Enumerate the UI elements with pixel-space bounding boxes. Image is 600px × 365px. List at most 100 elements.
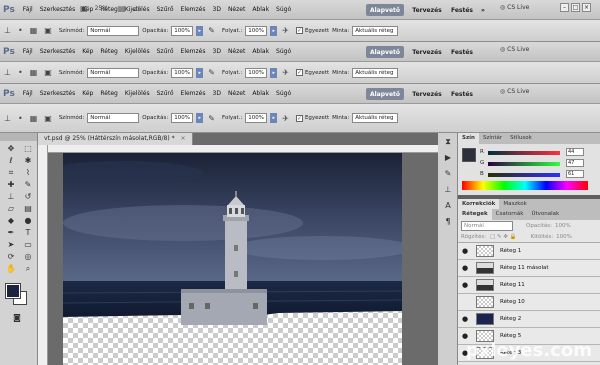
history-panel-icon[interactable]: ⧗: [441, 137, 455, 149]
menu-file[interactable]: Fájl: [23, 48, 33, 55]
flow-input[interactable]: 100%: [245, 25, 268, 36]
sample-select[interactable]: Aktuális réteg: [352, 25, 399, 36]
workspace-painting-button[interactable]: Festés: [448, 46, 476, 58]
crop-tool-icon[interactable]: ⌗: [4, 168, 18, 178]
shape-tool-icon[interactable]: ▭: [21, 240, 35, 250]
cs-live-button[interactable]: ◎ CS Live: [500, 46, 529, 53]
eye-icon[interactable]: ●: [458, 315, 472, 323]
zoom-tool-icon[interactable]: ⌕: [21, 264, 35, 274]
dodge-tool-icon[interactable]: ●: [21, 216, 35, 226]
menu-help[interactable]: Súgó: [276, 48, 291, 55]
sample-select[interactable]: Aktuális réteg: [352, 67, 399, 78]
pen-tool-icon[interactable]: ✒: [4, 228, 18, 238]
menu-window[interactable]: Ablak: [252, 6, 269, 13]
clone-stamp-tool-icon[interactable]: ⊥: [4, 68, 11, 77]
brush-tool-icon[interactable]: ✎: [21, 180, 35, 190]
cs-live-button[interactable]: ◎ CS Live: [500, 88, 529, 95]
menu-layer[interactable]: Réteg: [100, 6, 117, 13]
menu-select[interactable]: Kijelölés: [125, 6, 150, 13]
flow-dropdown-icon[interactable]: ▸: [270, 113, 278, 123]
eye-icon[interactable]: ●: [458, 247, 472, 255]
tab-styles[interactable]: Stílusok: [506, 133, 536, 144]
opacity-dropdown-icon[interactable]: ▸: [196, 113, 204, 123]
clone-source-icon[interactable]: ▣: [44, 68, 52, 77]
menu-help[interactable]: Súgó: [276, 6, 291, 13]
menu-analysis[interactable]: Elemzés: [181, 6, 206, 13]
tab-layers[interactable]: Rétegek: [458, 209, 492, 220]
menu-analysis[interactable]: Elemzés: [181, 48, 206, 55]
brush-preset-icon[interactable]: •: [18, 26, 23, 35]
menu-3d[interactable]: 3D: [213, 48, 221, 55]
menu-image[interactable]: Kép: [82, 90, 93, 97]
vertical-ruler[interactable]: [38, 145, 48, 365]
clone-stamp-tool-icon[interactable]: ⊥: [4, 114, 11, 123]
brush-panel-icon[interactable]: ▦: [30, 68, 38, 77]
flow-dropdown-icon[interactable]: ▸: [270, 25, 278, 36]
clone-source-icon[interactable]: ▣: [44, 26, 52, 35]
healing-brush-tool-icon[interactable]: ✚: [4, 180, 18, 190]
flow-input[interactable]: 100%: [245, 67, 268, 78]
clone-source-panel-icon[interactable]: ⊥: [441, 185, 455, 197]
eye-icon[interactable]: ●: [458, 332, 472, 340]
paragraph-panel-icon[interactable]: ¶: [441, 217, 455, 229]
mode-select[interactable]: Normál: [87, 25, 140, 36]
menu-filter[interactable]: Szűrő: [157, 90, 174, 97]
workspace-painting-button[interactable]: Festés: [448, 88, 476, 100]
brush-panel-icon[interactable]: ▦: [30, 26, 38, 35]
red-value-input[interactable]: 44: [566, 148, 584, 156]
menu-window[interactable]: Ablak: [252, 48, 269, 55]
actions-panel-icon[interactable]: ▶: [441, 153, 455, 165]
menu-3d[interactable]: 3D: [213, 90, 221, 97]
brush-panel-icon[interactable]: ▦: [30, 114, 38, 123]
tab-channels[interactable]: Csatornák: [492, 209, 528, 220]
close-icon[interactable]: ×: [181, 135, 186, 142]
tab-swatches[interactable]: Színtár: [479, 133, 506, 144]
workspace-essentials-button[interactable]: Alapvető: [366, 88, 404, 100]
foreground-color-preview[interactable]: [462, 148, 476, 162]
menu-layer[interactable]: Réteg: [100, 90, 117, 97]
green-slider[interactable]: [488, 162, 560, 166]
brush-panel-icon[interactable]: ✎: [441, 169, 455, 181]
brush-preset-icon[interactable]: •: [18, 114, 23, 123]
mode-select[interactable]: Normál: [87, 113, 140, 123]
layer-row[interactable]: Réteg 10: [458, 294, 600, 311]
workspace-design-button[interactable]: Tervezés: [410, 46, 444, 58]
foreground-color-swatch[interactable]: [5, 283, 21, 299]
aligned-checkbox[interactable]: ✓: [295, 27, 303, 34]
tab-color[interactable]: Szín: [458, 133, 479, 144]
flow-input[interactable]: 100%: [245, 113, 268, 123]
blue-value-input[interactable]: 61: [566, 170, 584, 178]
menu-select[interactable]: Kijelölés: [125, 90, 150, 97]
blue-slider[interactable]: [488, 173, 560, 177]
3d-orbit-tool-icon[interactable]: ◎: [21, 252, 35, 262]
layer-row[interactable]: ● Réteg 11: [458, 277, 600, 294]
document-tab[interactable]: vt.psd @ 25% (Háttérszín másolat,RGB/8) …: [38, 133, 193, 145]
opacity-dropdown-icon[interactable]: ▸: [196, 25, 204, 36]
red-slider[interactable]: [488, 151, 560, 155]
menu-filter[interactable]: Szűrő: [157, 48, 174, 55]
eye-icon[interactable]: ●: [458, 264, 472, 272]
opacity-input[interactable]: 100%: [171, 25, 194, 36]
layer-row[interactable]: ● Réteg 11 másolat: [458, 260, 600, 277]
marquee-tool-icon[interactable]: ⬚: [21, 144, 35, 154]
lock-icons[interactable]: □ ✎ ✥ 🔒: [490, 234, 517, 240]
blur-tool-icon[interactable]: ◆: [4, 216, 18, 226]
path-select-tool-icon[interactable]: ➤: [4, 240, 18, 250]
3d-rotate-tool-icon[interactable]: ⟳: [4, 252, 18, 262]
menu-edit[interactable]: Szerkesztés: [40, 6, 76, 13]
quick-select-tool-icon[interactable]: ✱: [21, 156, 35, 166]
fill-value[interactable]: 100%: [556, 234, 572, 240]
character-panel-icon[interactable]: A: [441, 201, 455, 213]
menu-edit[interactable]: Szerkesztés: [40, 90, 76, 97]
menu-filter[interactable]: Szűrő: [157, 6, 174, 13]
flow-dropdown-icon[interactable]: ▸: [270, 67, 278, 78]
menu-analysis[interactable]: Elemzés: [181, 90, 206, 97]
type-tool-icon[interactable]: T: [21, 228, 35, 238]
menu-view[interactable]: Nézet: [228, 48, 245, 55]
mode-select[interactable]: Normál: [87, 67, 140, 78]
pressure-opacity-icon[interactable]: ✎: [208, 114, 215, 123]
menu-image[interactable]: Kép: [82, 48, 93, 55]
eyedropper-tool-icon[interactable]: ⌇: [21, 168, 35, 178]
airbrush-icon[interactable]: ✈: [282, 68, 289, 77]
airbrush-icon[interactable]: ✈: [282, 26, 289, 35]
